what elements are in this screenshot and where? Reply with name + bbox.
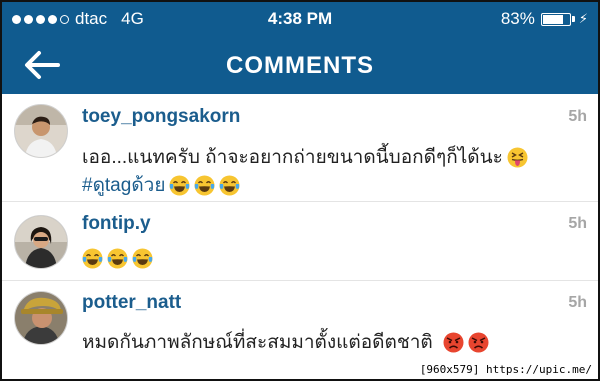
squinting-tongue-face-icon bbox=[507, 147, 528, 168]
battery-nub bbox=[571, 16, 575, 22]
crying-laughing-face-icon bbox=[169, 175, 190, 196]
comment-timestamp: 5h bbox=[568, 294, 587, 311]
comment-item: fontip.y 5h bbox=[2, 202, 598, 281]
status-right: 83% ⚡ bbox=[501, 9, 588, 29]
comment-list: toey_pongsakorn 5h เออ...แนทครับ ถ้าจะอย… bbox=[2, 94, 598, 376]
crying-laughing-face-icon bbox=[82, 248, 103, 269]
battery-percent: 83% bbox=[500, 9, 535, 28]
status-bar: dtac 4G 4:38 PM 83% ⚡ bbox=[2, 2, 598, 36]
crying-laughing-face-icon bbox=[219, 175, 240, 196]
comment-text-body: หมดกันภาพลักษณ์ที่สะสมมาตั้งแต่อดีตชาติ bbox=[82, 332, 433, 353]
crying-laughing-face-icon bbox=[132, 248, 153, 269]
comment-text: หมดกันภาพลักษณ์ที่สะสมมาตั้งแต่อดีตชาติ bbox=[82, 327, 489, 357]
nav-bar: COMMENTS bbox=[2, 36, 598, 94]
comment-text-line2: #ดูtagด้วย bbox=[82, 170, 240, 200]
comment-text bbox=[82, 248, 153, 269]
avatar[interactable] bbox=[14, 291, 68, 345]
comment-username[interactable]: potter_natt bbox=[82, 292, 181, 314]
avatar[interactable] bbox=[14, 215, 68, 269]
comment-timestamp: 5h bbox=[568, 215, 587, 232]
comment-username[interactable]: fontip.y bbox=[82, 213, 151, 235]
screenshot-frame: dtac 4G 4:38 PM 83% ⚡ COMMENTS toey_pong… bbox=[0, 0, 600, 381]
comment-item: toey_pongsakorn 5h เออ...แนทครับ ถ้าจะอย… bbox=[2, 94, 598, 202]
comment-text-body: เออ...แนทครับ ถ้าจะอยากถ่ายขนาดนี้บอกดีๆ… bbox=[82, 147, 503, 168]
crying-laughing-face-icon bbox=[194, 175, 215, 196]
avatar[interactable] bbox=[14, 104, 68, 158]
page-title: COMMENTS bbox=[226, 52, 374, 79]
comment-text: เออ...แนทครับ ถ้าจะอยากถ่ายขนาดนี้บอกดีๆ… bbox=[82, 142, 528, 172]
angry-face-icon bbox=[468, 332, 489, 353]
charging-icon: ⚡ bbox=[578, 11, 588, 26]
angry-face-icon bbox=[443, 332, 464, 353]
comment-username[interactable]: toey_pongsakorn bbox=[82, 106, 240, 128]
battery-icon bbox=[540, 12, 571, 26]
watermark: [960x579] https://upic.me/ bbox=[416, 362, 595, 377]
hashtag-link[interactable]: #ดูtagด้วย bbox=[82, 170, 165, 200]
comment-timestamp: 5h bbox=[568, 108, 587, 125]
crying-laughing-face-icon bbox=[107, 248, 128, 269]
